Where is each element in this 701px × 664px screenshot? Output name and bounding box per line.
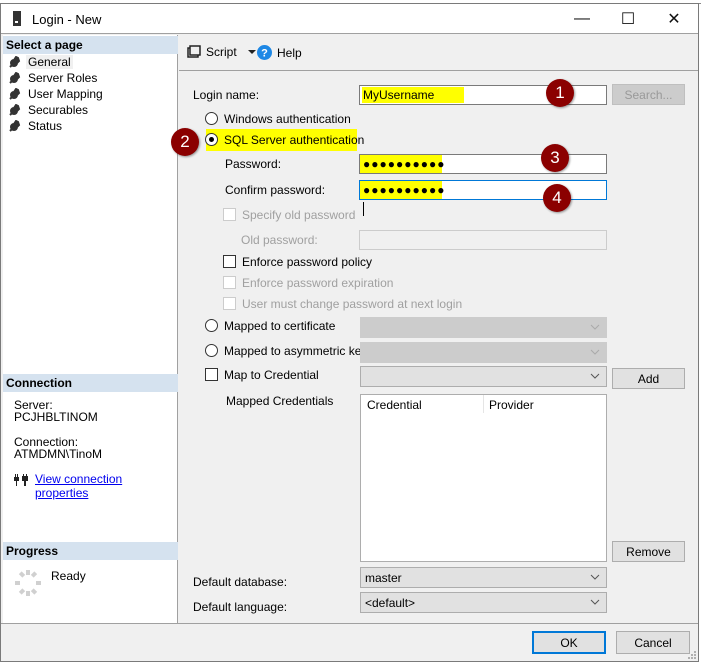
connection-value: ATMDMN\TinoM bbox=[14, 447, 102, 461]
progress-header: Progress bbox=[3, 542, 178, 560]
progress-status: Ready bbox=[51, 569, 86, 583]
windows-auth-radio[interactable] bbox=[205, 112, 218, 125]
confirm-password-label: Confirm password: bbox=[225, 183, 326, 197]
sidebar-item-server-roles[interactable]: Server Roles bbox=[9, 70, 97, 86]
sidebar-item-label: Securables bbox=[28, 103, 89, 117]
sql-auth-label: SQL Server authentication bbox=[224, 133, 365, 147]
wrench-icon bbox=[9, 120, 21, 132]
annotation-badge-1: 1 bbox=[546, 79, 574, 107]
password-value: ●●●●●●●●●● bbox=[360, 155, 444, 173]
annotation-badge-3: 3 bbox=[541, 144, 569, 172]
password-label: Password: bbox=[225, 157, 282, 171]
server-value: PCJHBLTINOM bbox=[14, 410, 98, 424]
must-change-password-label: User must change password at next login bbox=[242, 297, 463, 311]
column-header-provider[interactable]: Provider bbox=[489, 398, 534, 412]
default-database-value: master bbox=[365, 571, 402, 585]
wrench-icon bbox=[9, 88, 21, 100]
chevron-down-icon bbox=[590, 373, 600, 379]
chevron-down-icon bbox=[590, 349, 600, 355]
wrench-icon bbox=[9, 56, 21, 68]
sidebar-item-label: User Mapping bbox=[28, 87, 103, 101]
confirm-password-value: ●●●●●●●●●● bbox=[363, 183, 446, 197]
minimize-button[interactable]: — bbox=[559, 4, 605, 34]
maximize-button[interactable]: ☐ bbox=[605, 4, 651, 34]
script-label: Script bbox=[206, 45, 237, 59]
asymmetric-key-select[interactable] bbox=[360, 342, 607, 363]
dropdown-arrow-icon[interactable] bbox=[247, 49, 257, 55]
sidebar-item-label: General bbox=[26, 55, 73, 69]
chevron-down-icon bbox=[590, 599, 600, 605]
default-database-label: Default database: bbox=[193, 575, 288, 589]
old-password-input[interactable] bbox=[359, 230, 607, 250]
certificate-select[interactable] bbox=[360, 317, 607, 338]
map-to-credential-label: Map to Credential bbox=[224, 368, 319, 382]
resize-grip-icon[interactable] bbox=[687, 650, 696, 659]
wrench-icon bbox=[9, 104, 21, 116]
login-new-dialog: Login - New — ☐ ✕ Select a page General … bbox=[0, 3, 699, 662]
specify-old-password-checkbox[interactable] bbox=[223, 208, 236, 221]
enforce-password-policy-checkbox[interactable] bbox=[223, 255, 236, 268]
login-name-label: Login name: bbox=[193, 88, 260, 102]
sidebar-item-general[interactable]: General bbox=[9, 54, 73, 70]
close-button[interactable]: ✕ bbox=[651, 4, 697, 34]
mapped-credentials-label: Mapped Credentials bbox=[226, 394, 334, 408]
default-database-select[interactable]: master bbox=[360, 567, 607, 588]
password-input[interactable]: ●●●●●●●●●● bbox=[359, 154, 607, 174]
cancel-button[interactable]: Cancel bbox=[616, 631, 690, 654]
enforce-password-policy-label: Enforce password policy bbox=[242, 255, 373, 269]
mapped-asymmetric-key-label: Mapped to asymmetric key bbox=[224, 344, 368, 358]
help-label: Help bbox=[277, 45, 302, 60]
column-header-credential[interactable]: Credential bbox=[367, 398, 422, 412]
column-separator bbox=[483, 395, 484, 413]
sidebar-item-status[interactable]: Status bbox=[9, 118, 62, 134]
default-language-select[interactable]: <default> bbox=[360, 592, 607, 613]
footer-divider bbox=[1, 623, 698, 624]
connection-header: Connection bbox=[3, 374, 178, 392]
login-name-value: MyUsername bbox=[362, 87, 465, 103]
default-language-label: Default language: bbox=[193, 600, 288, 614]
select-page-header: Select a page bbox=[3, 36, 178, 54]
server-icon bbox=[13, 11, 21, 26]
progress-spinner-icon bbox=[15, 570, 41, 596]
window-title: Login - New bbox=[32, 12, 102, 27]
chevron-down-icon bbox=[590, 574, 600, 580]
text-caret bbox=[363, 201, 364, 216]
add-credential-button[interactable]: Add bbox=[612, 368, 685, 389]
map-to-credential-checkbox[interactable] bbox=[205, 368, 218, 381]
script-icon bbox=[187, 45, 201, 58]
toolbar: Script ? Help bbox=[179, 35, 698, 71]
enforce-password-expiration-label: Enforce password expiration bbox=[242, 276, 394, 290]
mapped-asymmetric-key-radio[interactable] bbox=[205, 344, 218, 357]
mapped-certificate-label: Mapped to certificate bbox=[224, 319, 336, 333]
sidebar: Select a page General Server Roles User … bbox=[3, 35, 178, 623]
mapped-certificate-radio[interactable] bbox=[205, 319, 218, 332]
must-change-password-checkbox[interactable] bbox=[223, 297, 236, 310]
sidebar-item-label: Server Roles bbox=[28, 71, 98, 85]
title-bar: Login - New — ☐ ✕ bbox=[1, 4, 698, 34]
annotation-badge-2: 2 bbox=[171, 128, 199, 156]
annotation-badge-4: 4 bbox=[543, 184, 571, 212]
specify-old-password-label: Specify old password bbox=[242, 208, 356, 222]
windows-auth-label: Windows authentication bbox=[224, 112, 351, 126]
old-password-label: Old password: bbox=[241, 233, 318, 247]
wrench-icon bbox=[9, 72, 21, 84]
connection-plug-icon bbox=[14, 474, 28, 486]
sidebar-item-user-mapping[interactable]: User Mapping bbox=[9, 86, 103, 102]
svg-text:?: ? bbox=[261, 48, 268, 60]
mapped-credentials-list[interactable]: Credential Provider bbox=[360, 394, 607, 562]
view-connection-properties-link[interactable]: View connection properties bbox=[35, 472, 177, 500]
credential-select[interactable] bbox=[360, 366, 607, 387]
ok-button[interactable]: OK bbox=[532, 631, 606, 654]
help-icon: ? bbox=[257, 45, 272, 60]
help-button[interactable]: ? Help bbox=[257, 45, 302, 60]
enforce-password-expiration-checkbox[interactable] bbox=[223, 276, 236, 289]
search-button[interactable]: Search... bbox=[612, 84, 685, 105]
sidebar-item-securables[interactable]: Securables bbox=[9, 102, 88, 118]
default-language-value: <default> bbox=[365, 596, 416, 610]
chevron-down-icon bbox=[590, 324, 600, 330]
remove-credential-button[interactable]: Remove bbox=[612, 541, 685, 562]
sql-auth-radio[interactable] bbox=[205, 133, 218, 146]
sidebar-item-label: Status bbox=[28, 119, 63, 133]
script-button[interactable]: Script bbox=[187, 45, 257, 59]
